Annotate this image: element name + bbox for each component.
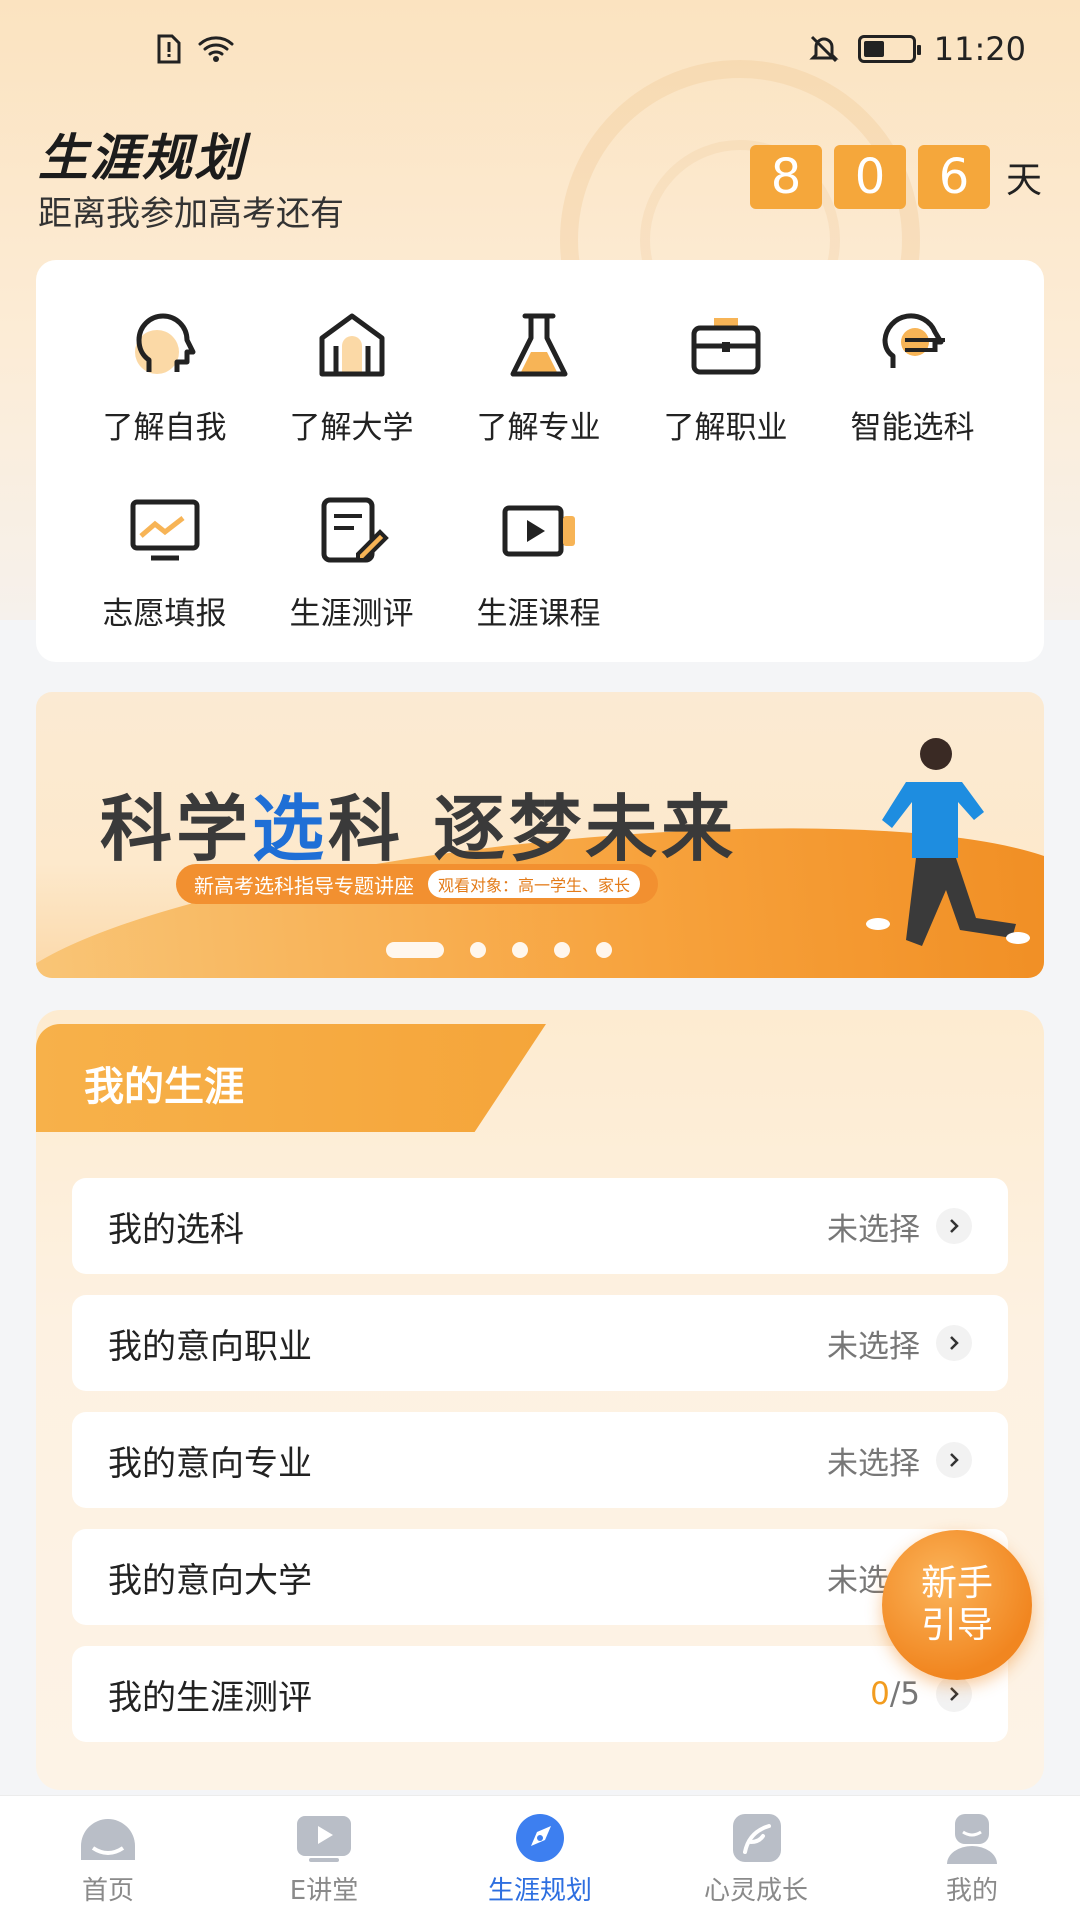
chevron-right-icon — [936, 1208, 972, 1244]
carousel-indicator — [386, 942, 612, 958]
countdown-unit: 天 — [1006, 160, 1043, 201]
menu-item-know-university[interactable]: 了解大学 — [258, 300, 445, 486]
row-label: 我的生涯测评 — [108, 1677, 312, 1718]
row-value: 未选择 — [827, 1328, 920, 1365]
carousel-dot[interactable] — [512, 942, 528, 958]
test-paper-pen-icon — [308, 486, 396, 574]
menu-item-know-career[interactable]: 了解职业 — [632, 300, 819, 486]
guide-line2: 引导 — [920, 1605, 993, 1646]
menu-item-career-test[interactable]: 生涯测评 — [258, 486, 445, 672]
row-label: 我的意向职业 — [108, 1326, 312, 1367]
row-value: 0/5 — [870, 1676, 920, 1712]
menu-item-label: 生涯课程 — [476, 596, 601, 632]
nav-label: 首页 — [81, 1876, 134, 1906]
chevron-right-icon — [936, 1442, 972, 1478]
my-career-section: 我的生涯 我的选科 未选择 我的意向职业 未选择 我的意向专业 未选择 我的意向… — [36, 1010, 1044, 1790]
row-my-university-intent[interactable]: 我的意向大学 未选择 — [72, 1529, 1008, 1625]
test-progress-done: 0 — [870, 1676, 890, 1712]
row-value: 未选择 — [827, 1211, 920, 1248]
leaf-icon — [733, 1814, 781, 1862]
brain-chip-icon — [869, 300, 957, 388]
nav-home[interactable]: 首页 — [0, 1796, 216, 1920]
nav-career-planning[interactable]: 生涯规划 — [432, 1796, 648, 1920]
status-bar: 11:20 — [0, 0, 1080, 100]
menu-item-know-major[interactable]: 了解专业 — [445, 300, 632, 486]
carousel-dot[interactable] — [596, 942, 612, 958]
compass-icon — [516, 1814, 564, 1862]
countdown-digit: 8 — [750, 145, 822, 209]
row-my-career-test[interactable]: 我的生涯测评 0/5 — [72, 1646, 1008, 1742]
carousel-dot[interactable] — [470, 942, 486, 958]
page-title: 生涯规划 — [38, 129, 246, 187]
university-building-icon — [308, 300, 396, 388]
carousel-dot[interactable] — [554, 942, 570, 958]
menu-item-label: 了解大学 — [289, 410, 414, 446]
nav-label: 心灵成长 — [703, 1876, 808, 1906]
battery-icon — [857, 35, 921, 63]
nav-e-lecture[interactable]: E讲堂 — [216, 1796, 432, 1920]
row-my-major-intent[interactable]: 我的意向专业 未选择 — [72, 1412, 1008, 1508]
flask-icon — [495, 300, 583, 388]
row-my-career-intent[interactable]: 我的意向职业 未选择 — [72, 1295, 1008, 1391]
countdown: 8 0 6 天 — [750, 145, 1042, 209]
status-time: 11:20 — [933, 30, 1026, 68]
menu-item-application[interactable]: 志愿填报 — [71, 486, 258, 672]
menu-item-label: 智能选科 — [850, 410, 975, 446]
carousel-dot-active[interactable] — [386, 942, 444, 958]
nav-label: E讲堂 — [289, 1876, 359, 1906]
menu-item-label: 了解专业 — [476, 410, 601, 446]
row-my-subjects[interactable]: 我的选科 未选择 — [72, 1178, 1008, 1274]
feature-menu-card: 了解自我 了解大学 了解专业 了解职业 智能选科 志愿填报 生涯测评 生涯课程 — [36, 260, 1044, 662]
video-lecture-icon — [297, 1816, 351, 1862]
sim-alert-icon — [157, 34, 181, 64]
video-play-icon — [495, 486, 583, 574]
nav-mental-growth[interactable]: 心灵成长 — [648, 1796, 864, 1920]
menu-item-label: 了解职业 — [663, 410, 788, 446]
countdown-label: 距离我参加高考还有 — [38, 194, 344, 234]
guide-line1: 新手 — [920, 1563, 993, 1604]
row-value: 未选择 — [827, 1445, 920, 1482]
menu-item-label: 志愿填报 — [102, 596, 227, 632]
home-icon — [81, 1819, 135, 1860]
nav-label: 生涯规划 — [487, 1876, 592, 1906]
banner-title: 科学选科 逐梦未来 — [100, 786, 738, 871]
mute-bell-icon — [809, 35, 839, 63]
menu-item-know-self[interactable]: 了解自我 — [71, 300, 258, 486]
row-label: 我的意向大学 — [108, 1560, 312, 1601]
monitor-chart-icon — [121, 486, 209, 574]
banner-subtitle: 新高考选科指导专题讲座 观看对象：高一学生、家长 — [176, 864, 659, 904]
menu-item-career-course[interactable]: 生涯课程 — [445, 486, 632, 672]
promo-banner[interactable]: 科学选科 逐梦未来 新高考选科指导专题讲座 观看对象：高一学生、家长 — [36, 692, 1044, 978]
bottom-navigation: 首页 E讲堂 生涯规划 心灵成长 我的 — [0, 1795, 1080, 1920]
row-label: 我的选科 — [108, 1209, 244, 1250]
countdown-digit: 0 — [834, 145, 906, 209]
nav-label: 我的 — [945, 1876, 998, 1906]
test-progress-total: /5 — [889, 1676, 920, 1712]
banner-audience-tag: 观看对象：高一学生、家长 — [428, 870, 641, 898]
menu-item-smart-subject[interactable]: 智能选科 — [819, 300, 1006, 486]
running-person-illustration — [866, 738, 1030, 946]
head-profile-icon — [121, 300, 209, 388]
row-label: 我的意向专业 — [108, 1443, 312, 1484]
user-icon — [947, 1814, 997, 1864]
menu-item-label: 了解自我 — [102, 410, 227, 446]
newbie-guide-button[interactable]: 新手 引导 — [882, 1530, 1032, 1680]
countdown-digit: 6 — [918, 145, 990, 209]
wifi-icon — [198, 36, 234, 62]
chevron-right-icon — [936, 1325, 972, 1361]
nav-mine[interactable]: 我的 — [864, 1796, 1080, 1920]
chevron-right-icon — [936, 1676, 972, 1712]
menu-item-label: 生涯测评 — [289, 596, 414, 632]
briefcase-icon — [682, 300, 770, 388]
my-career-title: 我的生涯 — [84, 1064, 244, 1110]
